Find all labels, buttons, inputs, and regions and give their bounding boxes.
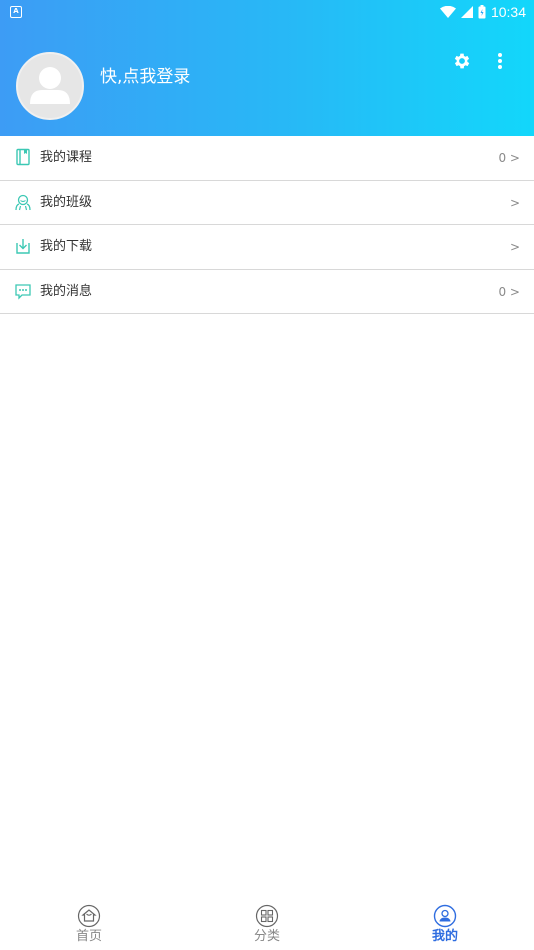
status-bar: A 10:34 <box>0 0 534 24</box>
menu-item-my-courses[interactable]: 我的课程 0 > <box>0 136 534 181</box>
home-icon <box>77 904 101 928</box>
menu-item-label: 我的下载 <box>40 239 93 254</box>
status-time: 10:34 <box>490 4 526 20</box>
cell-signal-icon <box>460 6 473 18</box>
chevron-right-icon: > <box>509 195 520 210</box>
app-notification-icon: A <box>10 6 22 18</box>
settings-gear-icon[interactable] <box>452 51 472 71</box>
profile-icon <box>433 904 457 928</box>
category-icon <box>255 904 279 928</box>
menu-item-label: 我的消息 <box>40 283 93 299</box>
download-icon <box>16 239 30 254</box>
profile-header: A 10:34 快,点我登录 <box>0 0 534 136</box>
tab-mine[interactable]: 我的 <box>356 894 534 950</box>
chevron-right-icon: > <box>509 240 520 254</box>
menu-item-count: 0 > <box>498 151 520 165</box>
bottom-navigation: 首页 分类 我的 <box>0 894 534 950</box>
avatar[interactable] <box>16 52 84 120</box>
menu-item-my-downloads[interactable]: 我的下载 > <box>0 225 534 270</box>
tab-home[interactable]: 首页 <box>0 894 178 950</box>
book-icon <box>16 148 30 166</box>
tab-label: 分类 <box>253 929 280 944</box>
menu-item-label: 我的课程 <box>40 150 93 165</box>
wifi-icon <box>439 6 456 18</box>
login-prompt[interactable]: 快,点我登录 <box>100 66 190 88</box>
menu-item-my-messages[interactable]: 我的消息 0 > <box>0 270 534 314</box>
profile-menu: 我的课程 0 > 我的班级 > 我的下载 > 我的消息 0 > <box>0 136 534 314</box>
more-vertical-icon[interactable] <box>494 51 506 71</box>
menu-item-my-class[interactable]: 我的班级 > <box>0 181 534 225</box>
battery-icon <box>478 5 486 19</box>
class-group-icon <box>15 194 31 210</box>
tab-label: 我的 <box>431 929 458 944</box>
tab-label: 首页 <box>75 929 102 944</box>
menu-item-label: 我的班级 <box>40 194 93 210</box>
menu-item-count: 0 > <box>498 284 520 299</box>
tab-category[interactable]: 分类 <box>178 894 356 950</box>
message-icon <box>15 283 31 300</box>
status-bar-right: 10:34 <box>439 3 526 21</box>
default-avatar-icon <box>30 67 70 104</box>
